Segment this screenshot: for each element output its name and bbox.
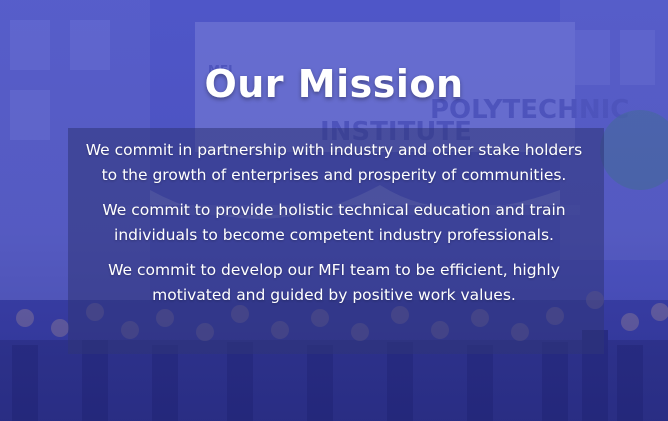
mission-statements-list: We commit in partnership with industry a…	[0, 138, 668, 318]
mission-statement: We commit to develop our MFI team to be …	[108, 261, 560, 304]
mission-hero-section: MFI POLYTECHNIC INSTITUTE	[0, 0, 668, 421]
section-title: Our Mission	[204, 62, 464, 106]
mission-statement: We commit to provide holistic technical …	[102, 201, 566, 244]
mission-statement: We commit in partnership with industry a…	[85, 141, 583, 184]
